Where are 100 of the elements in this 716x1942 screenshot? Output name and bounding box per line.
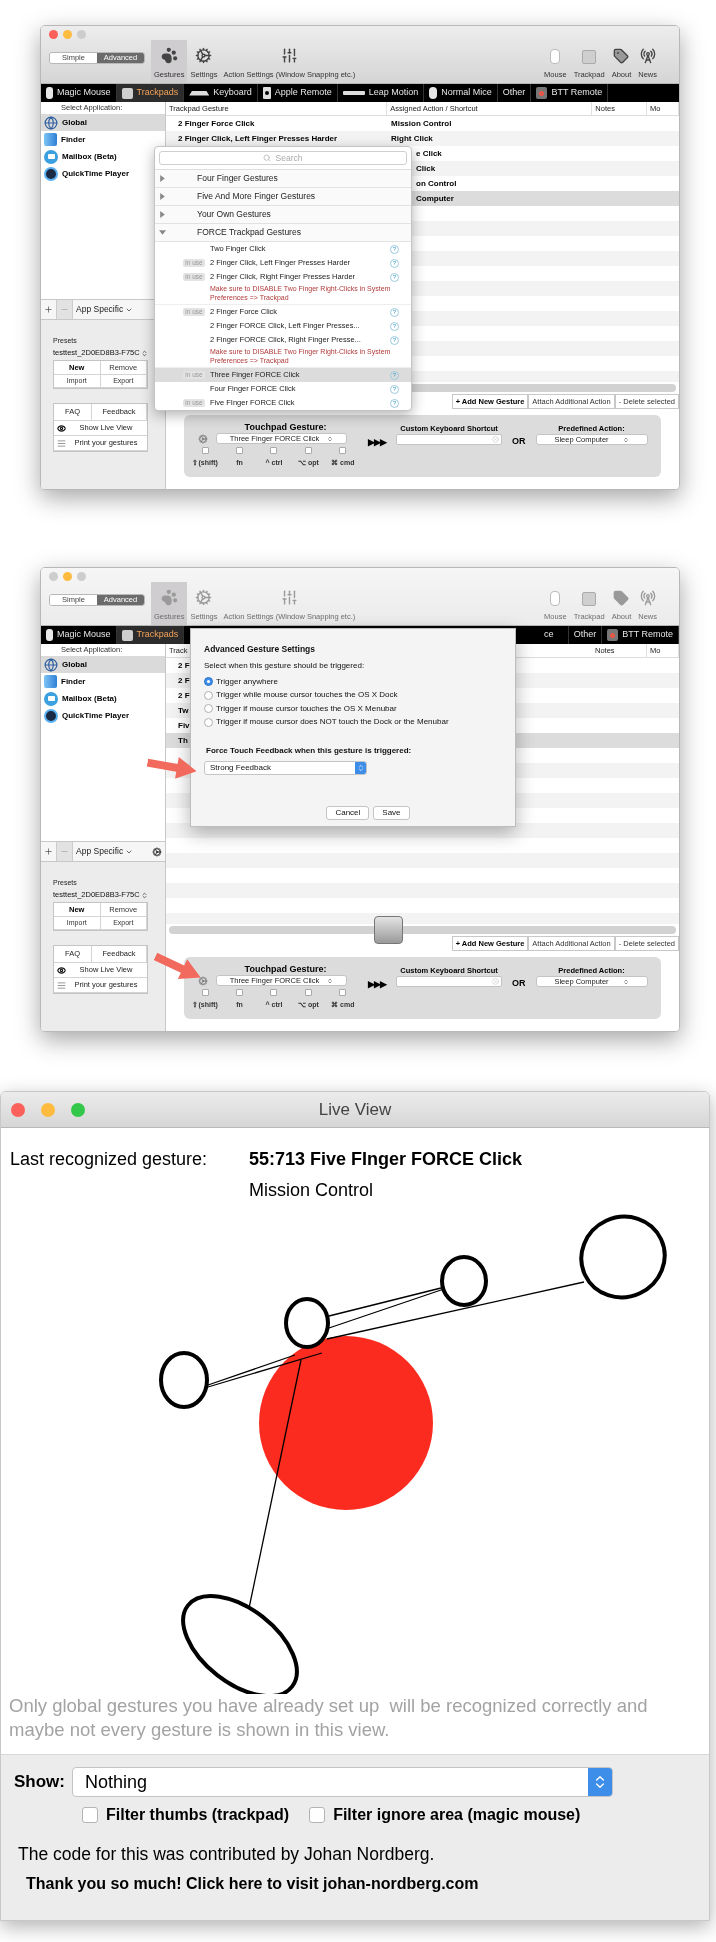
- filter-label: Filter thumbs (trackpad): [106, 1805, 290, 1825]
- checkbox[interactable]: [236, 989, 244, 996]
- gesture-label: Last recognized gesture:: [10, 1148, 209, 1171]
- stepper-icon: [140, 891, 148, 899]
- option-label: Trigger anywhere: [216, 675, 278, 688]
- app-item[interactable]: Global: [41, 656, 165, 673]
- remote-app-icon: [536, 87, 548, 99]
- player-icon: [44, 166, 58, 181]
- checkbox[interactable]: [339, 989, 347, 996]
- dialog-button[interactable]: Save: [373, 806, 410, 820]
- radio-button[interactable]: [204, 677, 213, 687]
- dialog-button[interactable]: Cancel: [326, 806, 370, 820]
- trackpad-icon: [121, 629, 133, 641]
- mail-icon: [44, 149, 58, 164]
- disclosure-icon[interactable]: [159, 175, 166, 182]
- table-row[interactable]: 2 Finger Click, Left Finger Presses Harder Right Click: [166, 131, 679, 146]
- antenna-icon: [639, 47, 656, 64]
- stepper-icon: [622, 436, 629, 443]
- dialog-prompt: Select when this gesture should be triggered:: [204, 660, 366, 671]
- keyboard-icon: [189, 90, 210, 96]
- disclosure-icon[interactable]: [159, 193, 166, 200]
- list-icon: [57, 980, 66, 990]
- table-cell-text: 2 F: [177, 674, 190, 687]
- stepper-icon: [327, 977, 334, 984]
- stepper-icon: [356, 764, 365, 772]
- table-cell-text: 2 Finger Force Click: [177, 117, 256, 130]
- device-tab[interactable]: Trackpads: [116, 84, 185, 102]
- filter-dropdown[interactable]: App Specific: [73, 842, 137, 861]
- clear-icon[interactable]: [492, 436, 499, 443]
- stepper-icon: [622, 978, 629, 985]
- window-button[interactable]: [63, 572, 72, 581]
- menu-group[interactable]: Your Own Gestures: [155, 206, 411, 224]
- trackpad-icon: [582, 49, 597, 64]
- feedback-label: Force Touch Feedback when this gesture is triggered:: [205, 745, 413, 756]
- shortcut-field[interactable]: [396, 434, 502, 445]
- trackpad-icon: [121, 87, 133, 99]
- shortcut-field[interactable]: [396, 976, 502, 987]
- radio-button[interactable]: [204, 690, 213, 700]
- menu-group[interactable]: FORCE Trackpad Gestures: [155, 224, 411, 242]
- website-link[interactable]: Thank you so much! Click here to visit johan-nordberg.com: [14, 1872, 709, 1897]
- checkbox[interactable]: [82, 1807, 98, 1823]
- checkbox[interactable]: [270, 447, 278, 454]
- table-cell-text: Th: [177, 734, 188, 747]
- tag-icon: [613, 47, 630, 64]
- checkbox[interactable]: [201, 447, 209, 454]
- window-button[interactable]: [49, 572, 58, 581]
- filter-dropdown[interactable]: App Specific: [73, 300, 137, 319]
- menu-group[interactable]: Five And More Finger Gestures: [155, 188, 411, 206]
- show-dropdown[interactable]: Nothing: [72, 1767, 613, 1797]
- disclosure-icon[interactable]: [159, 211, 166, 218]
- app-item[interactable]: Finder: [41, 131, 165, 148]
- mouse-icon: [550, 590, 561, 606]
- window-button[interactable]: [41, 1102, 55, 1117]
- window-button[interactable]: [77, 572, 86, 581]
- or-label: OR: [512, 977, 526, 990]
- or-label: OR: [512, 435, 526, 448]
- table-cell-text: Right Click: [390, 132, 433, 145]
- checkbox[interactable]: [304, 989, 312, 996]
- checkbox[interactable]: [304, 447, 312, 454]
- app-item[interactable]: QuickTime Player: [41, 165, 165, 182]
- mail-icon: [44, 691, 58, 706]
- search-field[interactable]: Search: [159, 151, 407, 165]
- disclosure-icon[interactable]: [159, 229, 166, 236]
- flow-arrows: ▶▶▶: [368, 978, 386, 991]
- checkbox[interactable]: [339, 447, 347, 454]
- finder-icon: [44, 133, 57, 146]
- checkbox[interactable]: [270, 989, 278, 996]
- window-button[interactable]: [63, 30, 72, 39]
- feedback-dropdown[interactable]: Strong Feedback: [204, 761, 367, 775]
- window-button[interactable]: [77, 30, 86, 39]
- app-item[interactable]: Global: [41, 114, 165, 131]
- app-item[interactable]: QuickTime Player: [41, 707, 165, 724]
- window-button[interactable]: [49, 30, 58, 39]
- window-button[interactable]: [71, 1102, 85, 1117]
- table-cell-text: Tw: [177, 704, 189, 717]
- mouse-icon: [46, 87, 53, 99]
- clear-icon[interactable]: [492, 978, 499, 985]
- device-tab[interactable]: Trackpads: [116, 626, 185, 644]
- scroll-knob[interactable]: [374, 916, 403, 944]
- menu-group[interactable]: Four Finger Gestures: [155, 170, 411, 188]
- scroll-bar[interactable]: [169, 926, 676, 934]
- radio-button[interactable]: [204, 717, 213, 727]
- checkbox[interactable]: [309, 1807, 326, 1823]
- radio-button[interactable]: [204, 704, 213, 714]
- plus-icon: [44, 305, 53, 314]
- mouse-icon: [550, 48, 561, 64]
- checkbox[interactable]: [236, 447, 244, 454]
- list-icon: [57, 438, 66, 448]
- app-item[interactable]: Finder: [41, 673, 165, 690]
- app-item[interactable]: Mailbox (Beta): [41, 690, 165, 707]
- gear-icon[interactable]: [198, 975, 208, 986]
- table-cell-text: 2 Finger Click, Left Finger Presses Harder: [177, 132, 339, 145]
- window-button[interactable]: [11, 1102, 25, 1117]
- remote-icon: [262, 87, 271, 99]
- table-cell-text: Fiv: [177, 719, 190, 732]
- settings-icon[interactable]: [152, 846, 162, 857]
- sensor-icon: [342, 91, 365, 95]
- table-cell-text: 2 F: [177, 689, 190, 702]
- checkbox[interactable]: [201, 989, 209, 996]
- gear-icon[interactable]: [198, 433, 208, 444]
